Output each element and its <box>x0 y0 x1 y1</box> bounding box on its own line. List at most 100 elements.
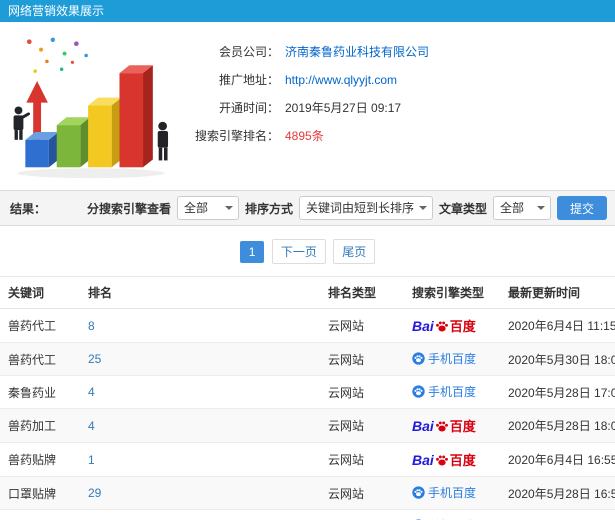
pagination-next[interactable]: 下一页 <box>271 239 326 264</box>
update-time-cell: 2020年5月28日 16:55 <box>500 476 615 510</box>
results-tbody: 兽药代工 8 云网站 Bai 百度 2020年6月4日 11:15 兽药代工 25 云网站 手机百… <box>0 308 615 520</box>
baidu-paw-icon <box>435 420 448 431</box>
column-header-update-time: 最新更新时间 <box>500 276 615 309</box>
rank-link[interactable]: 4 <box>88 385 95 399</box>
rank-cell: 4 <box>80 408 320 443</box>
table-header-row: 关键词 排名 排名类型 搜索引擎类型 最新更新时间 <box>0 276 615 309</box>
engine-filter-label: 分搜索引擎查看 <box>86 201 171 216</box>
table-row: 金华防护服17,25云网站手机百度2020年6月20日 09:25 <box>0 509 615 520</box>
filter-bar: 结果： 分搜索引擎查看 全部 排序方式 关键词由短到长排序 文章类型 全部 提交 <box>0 190 615 226</box>
rank-cell: 1 <box>80 442 320 477</box>
pagination-page-1[interactable]: 1 <box>239 241 265 263</box>
ranking-count-value: 4895 <box>285 129 312 143</box>
rank-type-cell: 云网站 <box>320 476 404 510</box>
mobile-baidu-icon <box>412 385 425 398</box>
bar-blue <box>25 131 59 168</box>
open-time-label: 开通时间： <box>218 101 279 115</box>
mobile-baidu-icon <box>412 486 425 499</box>
baidu-pc-logo: Bai 百度 <box>412 416 476 435</box>
member-company-link[interactable]: 济南秦鲁药业科技有限公司 <box>285 45 429 59</box>
article-type-select[interactable]: 全部 <box>492 196 551 220</box>
keyword-cell: 口罩贴牌 <box>0 476 80 510</box>
pagination-last[interactable]: 尾页 <box>333 239 376 264</box>
result-label: 结果： <box>10 201 47 216</box>
baidu-cn-wordmark: 百度 <box>449 319 476 334</box>
update-time-cell: 2020年5月30日 18:06 <box>500 342 615 376</box>
submit-button[interactable]: 提交 <box>556 196 607 220</box>
rank-link[interactable]: 29 <box>88 486 101 500</box>
baidu-wordmark: Bai <box>412 417 434 434</box>
promo-url-row: 推广地址： http://www.qlyyjt.com <box>183 66 429 94</box>
article-type-wrap: 全部 <box>492 196 551 220</box>
keyword-cell: 兽药代工 <box>0 308 80 343</box>
baidu-paw-icon <box>435 454 448 465</box>
table-row: 兽药代工 25 云网站 手机百度 2020年5月30日 18:06 <box>0 342 615 376</box>
update-time-cell: 2020年6月20日 09:25 <box>500 509 615 520</box>
sort-select[interactable]: 关键词由短到长排序 <box>298 196 433 220</box>
keyword-cell: 秦鲁药业 <box>0 375 80 409</box>
open-time-value: 2019年5月27日 09:17 <box>285 101 402 115</box>
chart-illustration <box>13 37 169 179</box>
rank-cell: 4 <box>80 375 320 409</box>
businessman-left <box>13 106 30 140</box>
column-header-keyword: 关键词 <box>0 276 80 309</box>
engine-cell: 手机百度 <box>404 476 500 510</box>
bar-red <box>119 65 153 168</box>
engine-cell: Bai 百度 <box>404 408 500 443</box>
engine-cell: 手机百度 <box>404 509 500 520</box>
member-info: 会员公司： 济南秦鲁药业科技有限公司 推广地址： http://www.qlyy… <box>183 30 429 186</box>
ranking-table: 关键词 排名 排名类型 搜索引擎类型 最新更新时间 兽药代工 8 云网站 Bai 百度 2… <box>0 276 615 520</box>
table-row: 兽药加工 4 云网站 Bai 百度 2020年5月28日 18:03 <box>0 408 615 443</box>
baidu-paw-icon <box>435 320 448 331</box>
keyword-cell: 金华防护服 <box>0 509 80 520</box>
rank-type-cell: 云网站 <box>320 375 404 409</box>
engine-cell: 手机百度 <box>404 375 500 409</box>
bar-green <box>56 117 91 168</box>
rank-cell: 25 <box>80 342 320 376</box>
column-header-rank-type: 排名类型 <box>320 276 404 309</box>
update-time-cell: 2020年6月4日 16:55 <box>500 442 615 477</box>
keyword-cell: 兽药代工 <box>0 342 80 376</box>
rank-type-cell: 云网站 <box>320 342 404 376</box>
engine-cell: Bai 百度 <box>404 308 500 343</box>
ranking-count-label: 搜索引擎排名： <box>194 129 279 143</box>
bar-yellow <box>88 97 122 168</box>
rank-link[interactable]: 8 <box>88 319 95 333</box>
update-time-cell: 2020年5月28日 18:03 <box>500 408 615 443</box>
baidu-wordmark: Bai <box>412 451 434 468</box>
column-header-engine-type: 搜索引擎类型 <box>404 276 500 309</box>
rank-type-cell: 云网站 <box>320 308 404 343</box>
mobile-baidu-label: 手机百度 <box>428 486 477 500</box>
rank-link[interactable]: 4 <box>88 419 95 433</box>
rank-link[interactable]: 25 <box>88 352 101 366</box>
column-header-rank: 排名 <box>80 276 320 309</box>
baidu-mobile-logo: 手机百度 <box>412 350 476 367</box>
rank-link[interactable]: 1 <box>88 453 95 467</box>
baidu-cn-wordmark: 百度 <box>449 419 476 434</box>
mobile-baidu-label: 手机百度 <box>428 352 477 366</box>
businessman-right <box>157 121 169 161</box>
promo-url-label: 推广地址： <box>218 73 279 87</box>
baidu-wordmark: Bai <box>412 317 434 334</box>
rank-type-cell: 云网站 <box>320 442 404 477</box>
baidu-mobile-logo: 手机百度 <box>412 484 476 501</box>
update-time-cell: 2020年5月28日 17:02 <box>500 375 615 409</box>
baidu-pc-logo: Bai 百度 <box>412 450 476 469</box>
member-company-label: 会员公司： <box>218 45 279 59</box>
ranking-count-row: 搜索引擎排名： 4895条 <box>183 122 429 150</box>
mobile-baidu-label: 手机百度 <box>428 385 477 399</box>
engine-cell: Bai 百度 <box>404 442 500 477</box>
promo-url-link[interactable]: http://www.qlyyjt.com <box>285 73 397 87</box>
keyword-cell: 兽药贴牌 <box>0 442 80 477</box>
table-row: 秦鲁药业 4 云网站 手机百度 2020年5月28日 17:02 <box>0 375 615 409</box>
filter-controls: 分搜索引擎查看 全部 排序方式 关键词由短到长排序 文章类型 全部 提交 <box>87 196 607 220</box>
engine-filter-select[interactable]: 全部 <box>176 196 239 220</box>
sort-label: 排序方式 <box>244 201 293 216</box>
rank-cell: 8 <box>80 308 320 343</box>
table-row: 兽药代工 8 云网站 Bai 百度 2020年6月4日 11:15 <box>0 308 615 343</box>
page-header: 网络营销效果展示 <box>0 0 615 22</box>
open-time-row: 开通时间： 2019年5月27日 09:17 <box>183 94 429 122</box>
member-company-row: 会员公司： 济南秦鲁药业科技有限公司 <box>183 38 429 66</box>
baidu-cn-wordmark: 百度 <box>449 453 476 468</box>
article-type-label: 文章类型 <box>438 201 487 216</box>
